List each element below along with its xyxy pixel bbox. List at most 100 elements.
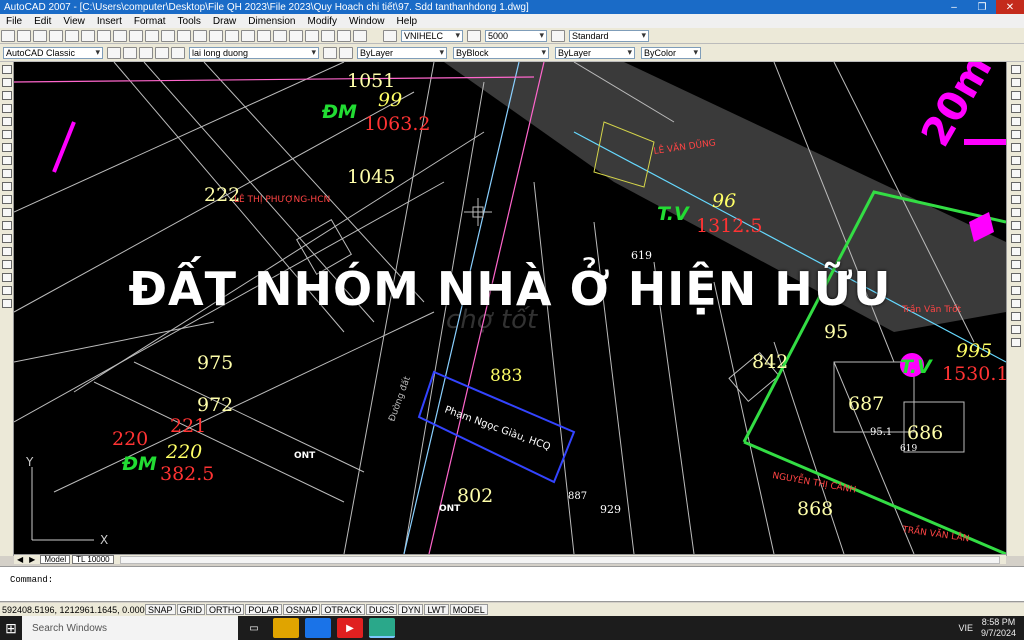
open-icon[interactable]: [17, 29, 31, 42]
arc-icon[interactable]: [1, 130, 12, 139]
properties-icon[interactable]: [257, 29, 271, 42]
rectangle-icon[interactable]: [1, 117, 12, 126]
snap-perpendicular-icon[interactable]: [1010, 338, 1021, 347]
copy-icon[interactable]: [113, 29, 127, 42]
paste-icon[interactable]: [129, 29, 143, 42]
tool-palettes-icon[interactable]: [289, 29, 303, 42]
dyn-toggle[interactable]: DYN: [398, 604, 424, 615]
layer-combo[interactable]: lai long duong: [189, 46, 319, 59]
circle-icon[interactable]: [1, 143, 12, 152]
clock[interactable]: 8:58 PM 9/7/2024: [981, 617, 1016, 639]
taskbar-search[interactable]: Search Windows: [22, 616, 238, 640]
erase-icon[interactable]: [1010, 65, 1021, 74]
help-icon[interactable]: [353, 29, 367, 42]
snap-toggle[interactable]: SNAP: [145, 604, 176, 615]
windows-start-icon[interactable]: ⊞: [0, 616, 22, 640]
make-block-icon[interactable]: [1, 221, 12, 230]
menu-insert[interactable]: Insert: [91, 16, 128, 27]
dim-style-icon[interactable]: [467, 29, 481, 42]
ortho-toggle[interactable]: ORTHO: [206, 604, 245, 615]
move-icon[interactable]: [1010, 130, 1021, 139]
multiline-text-icon[interactable]: [1, 299, 12, 308]
tab-model[interactable]: Model: [40, 555, 71, 564]
plotstyle-combo[interactable]: ByColor: [641, 46, 701, 59]
array-icon[interactable]: [1010, 117, 1021, 126]
horizontal-scrollbar[interactable]: [119, 555, 1000, 564]
zoom-previous-icon[interactable]: [241, 29, 255, 42]
spline-icon[interactable]: [1, 169, 12, 178]
menu-window[interactable]: Window: [343, 16, 391, 27]
zoom-realtime-icon[interactable]: [209, 29, 223, 42]
design-center-icon[interactable]: [273, 29, 287, 42]
file-explorer-icon[interactable]: [273, 618, 299, 638]
make-current-layer-icon[interactable]: [323, 46, 337, 59]
style-combo[interactable]: Standard: [569, 29, 649, 42]
snap-endpoint-icon[interactable]: [1010, 286, 1021, 295]
light-bulb-icon[interactable]: [139, 46, 153, 59]
insert-block-icon[interactable]: [1, 208, 12, 217]
preview-icon[interactable]: [65, 29, 79, 42]
tab-nav-next-icon[interactable]: ▶: [26, 555, 38, 564]
color-combo[interactable]: ByLayer: [357, 46, 447, 59]
undo-icon[interactable]: [161, 29, 175, 42]
layer-previous-icon[interactable]: [339, 46, 353, 59]
close-button[interactable]: ✕: [996, 0, 1024, 14]
sheet-set-icon[interactable]: [305, 29, 319, 42]
linetype-combo[interactable]: ByBlock: [453, 46, 549, 59]
cut-icon[interactable]: [97, 29, 111, 42]
publish-icon[interactable]: [81, 29, 95, 42]
redo-icon[interactable]: [177, 29, 191, 42]
offset-icon[interactable]: [1010, 104, 1021, 113]
revision-cloud-icon[interactable]: [1, 156, 12, 165]
markup-icon[interactable]: [321, 29, 335, 42]
ellipse-icon[interactable]: [1, 182, 12, 191]
layer-manager-icon[interactable]: [123, 46, 137, 59]
text-height-combo[interactable]: 5000: [485, 29, 547, 42]
maximize-button[interactable]: ❐: [968, 0, 996, 14]
match-properties-icon[interactable]: [145, 29, 159, 42]
menu-modify[interactable]: Modify: [302, 16, 343, 27]
menu-edit[interactable]: Edit: [28, 16, 57, 27]
gradient-icon[interactable]: [1, 260, 12, 269]
chamfer-icon[interactable]: [1010, 247, 1021, 256]
plot-icon[interactable]: [49, 29, 63, 42]
save-icon[interactable]: [33, 29, 47, 42]
lock-icon[interactable]: [171, 46, 185, 59]
osnap-toggle[interactable]: OSNAP: [282, 604, 321, 615]
menu-file[interactable]: File: [0, 16, 28, 27]
extend-icon[interactable]: [1010, 195, 1021, 204]
construction-line-icon[interactable]: [1, 78, 12, 87]
zalo-icon[interactable]: [305, 618, 331, 638]
ellipse-arc-icon[interactable]: [1, 195, 12, 204]
tab-nav-first-icon[interactable]: ◀: [14, 555, 26, 564]
snap-intersection-icon[interactable]: [1010, 312, 1021, 321]
workspace-combo[interactable]: AutoCAD Classic: [3, 46, 103, 59]
autocad-taskbar-icon[interactable]: [369, 618, 395, 638]
zoom-window-icon[interactable]: [225, 29, 239, 42]
join-icon[interactable]: [1010, 234, 1021, 243]
menu-draw[interactable]: Draw: [207, 16, 242, 27]
region-icon[interactable]: [1, 273, 12, 282]
break-icon[interactable]: [1010, 221, 1021, 230]
snap-midpoint-icon[interactable]: [1010, 299, 1021, 308]
minimize-button[interactable]: –: [940, 0, 968, 14]
scale-icon[interactable]: [1010, 156, 1021, 165]
break-at-point-icon[interactable]: [1010, 208, 1021, 217]
lineweight-combo[interactable]: ByLayer: [555, 46, 635, 59]
tab-layout[interactable]: TL 10000: [72, 555, 114, 564]
rotate-icon[interactable]: [1010, 143, 1021, 152]
mirror-icon[interactable]: [1010, 91, 1021, 100]
line-icon[interactable]: [1, 65, 12, 74]
menu-tools[interactable]: Tools: [172, 16, 207, 27]
polar-toggle[interactable]: POLAR: [245, 604, 282, 615]
trim-icon[interactable]: [1010, 182, 1021, 191]
lwt-toggle[interactable]: LWT: [424, 604, 449, 615]
table-style-icon[interactable]: [551, 29, 565, 42]
hatch-icon[interactable]: [1, 247, 12, 256]
language-indicator[interactable]: VIE: [958, 623, 973, 633]
sun-icon[interactable]: [155, 46, 169, 59]
task-view-icon[interactable]: ▭: [241, 618, 267, 638]
grid-toggle[interactable]: GRID: [176, 604, 206, 615]
new-icon[interactable]: [1, 29, 15, 42]
model-toggle[interactable]: MODEL: [449, 604, 488, 615]
